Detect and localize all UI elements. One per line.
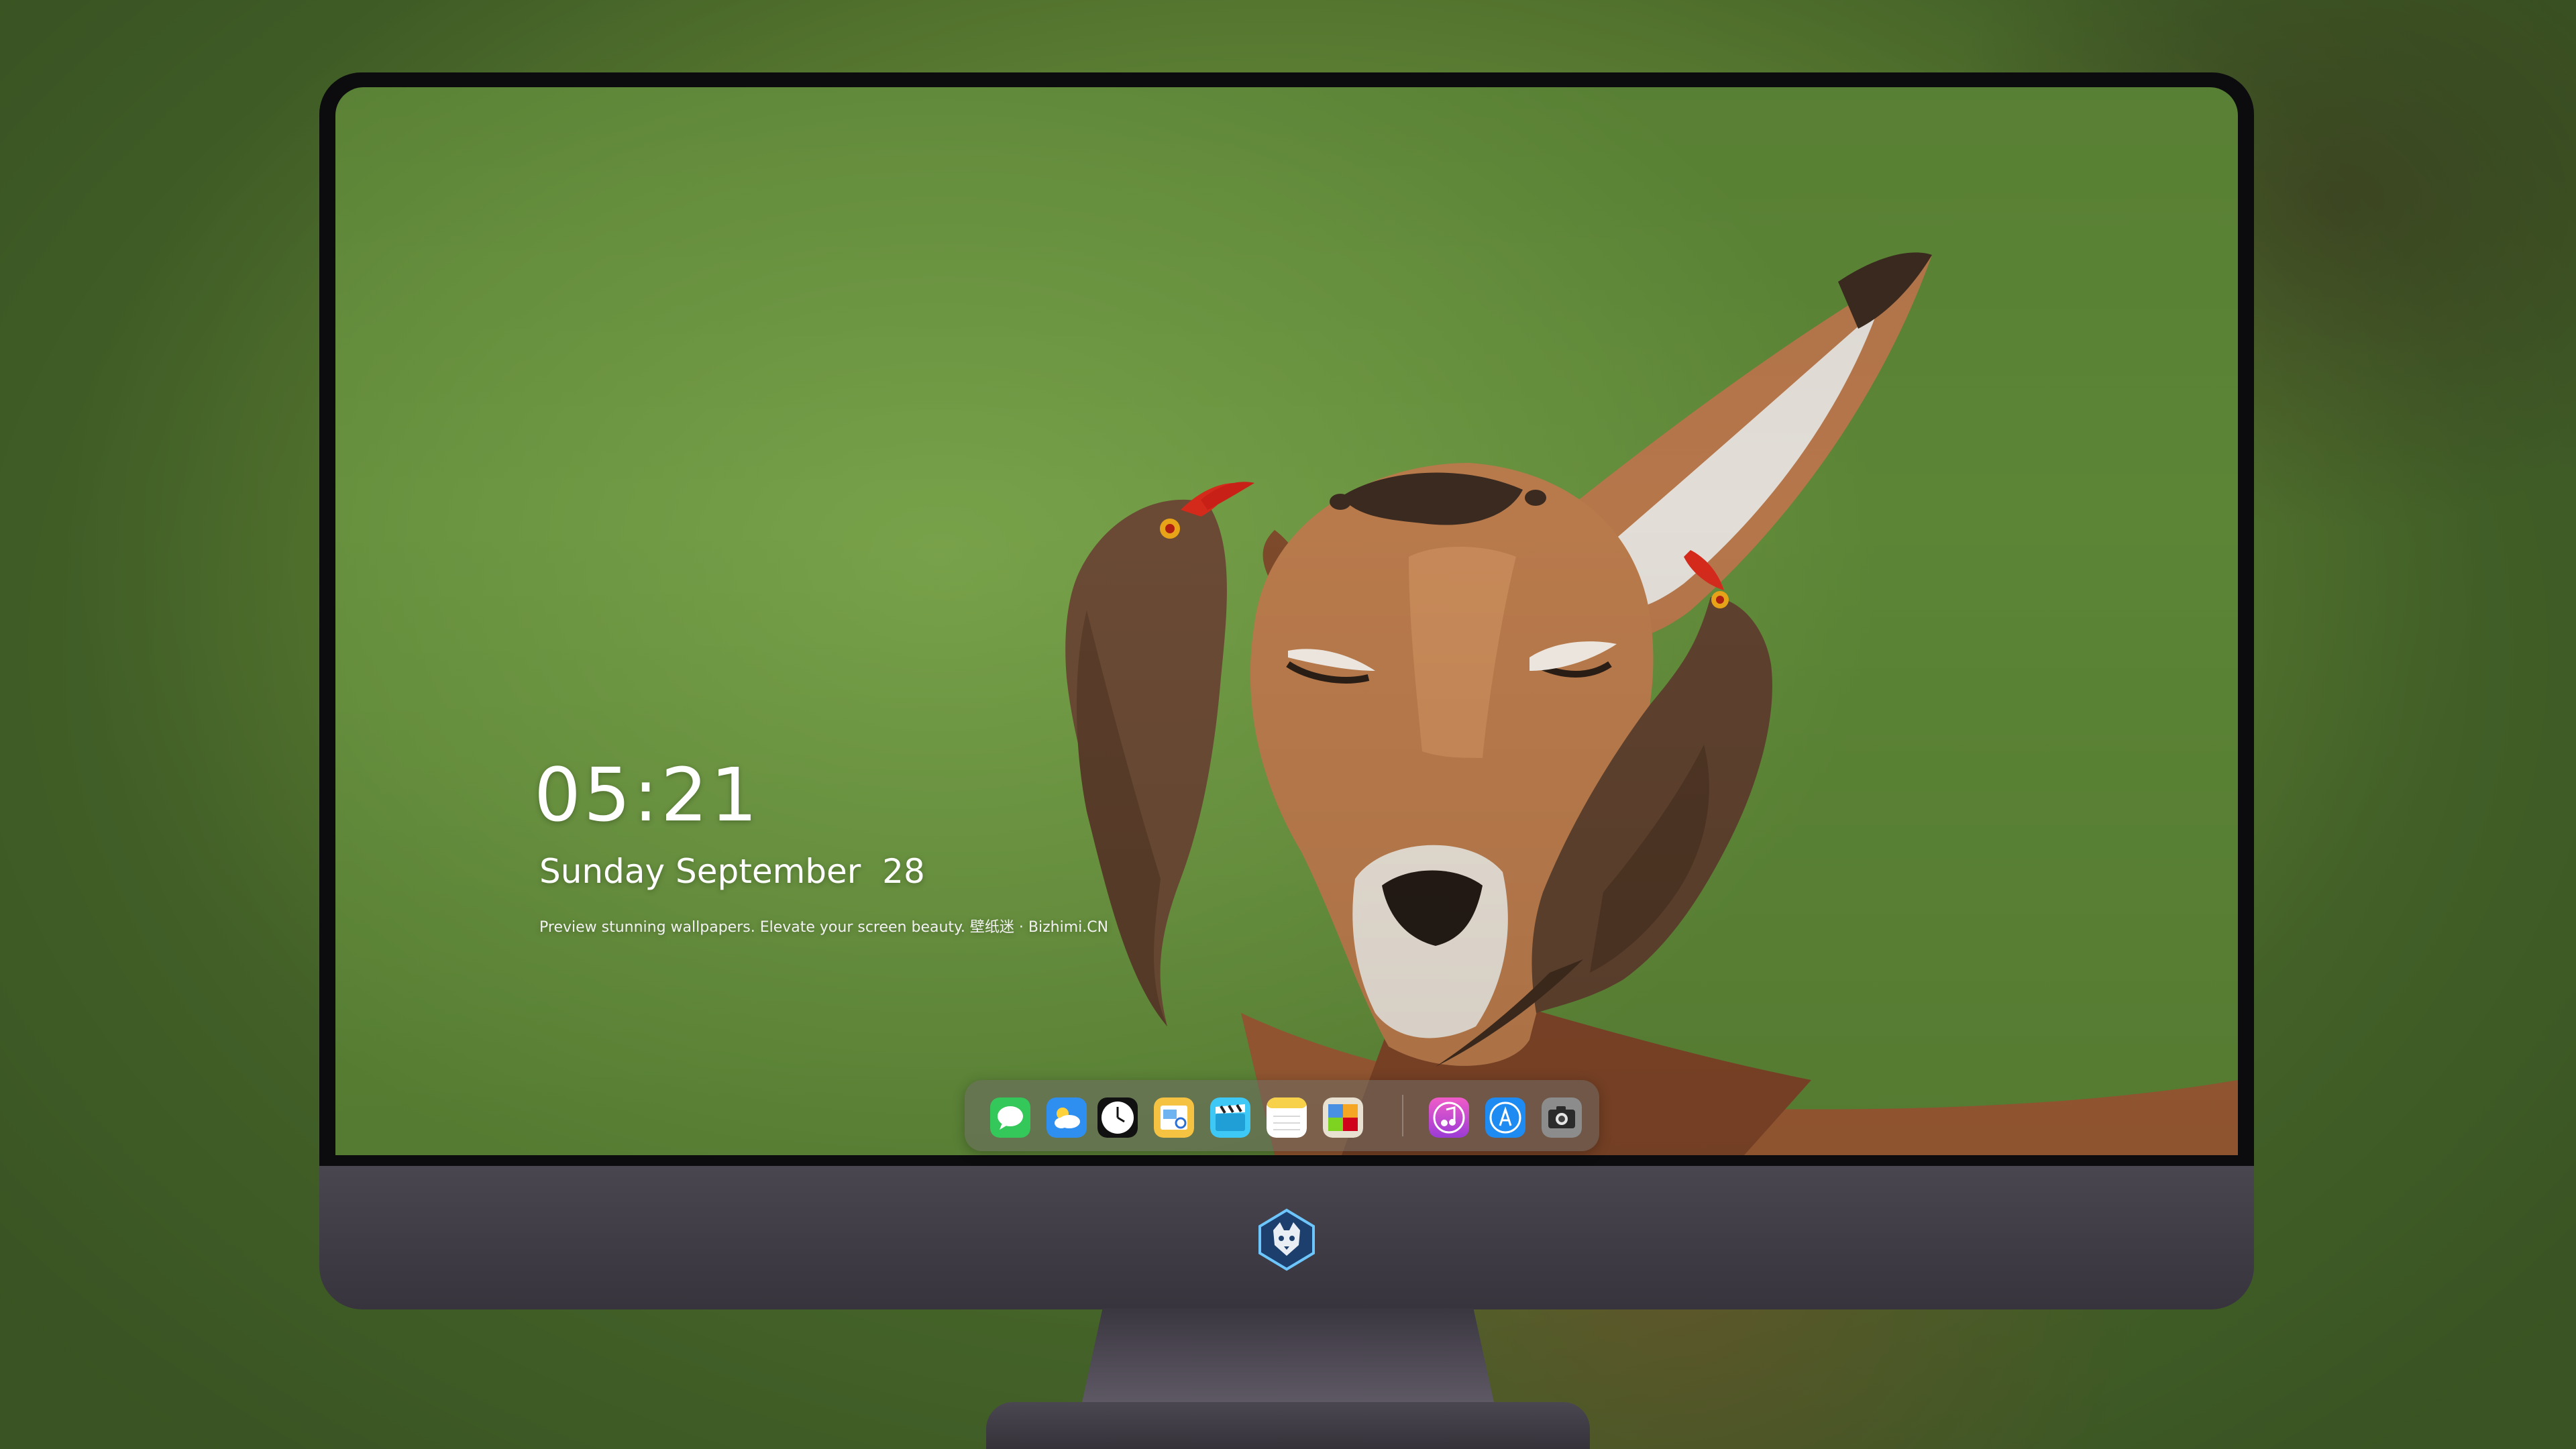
monitor-stand-base <box>986 1402 1590 1449</box>
clock-icon[interactable] <box>1097 1097 1138 1138</box>
wolf-emblem-icon <box>1258 1208 1315 1271</box>
music-icon[interactable] <box>1429 1097 1469 1138</box>
clock-date: Sunday September 28 <box>539 852 925 891</box>
messages-icon[interactable] <box>990 1097 1030 1138</box>
monitor-bezel: 05:21 Sunday September 28 Preview stunni… <box>319 72 2254 1166</box>
app-store-icon[interactable] <box>1485 1097 1525 1138</box>
wallpaper-caption: Preview stunning wallpapers. Elevate you… <box>539 919 1109 936</box>
claquette-icon[interactable] <box>1210 1097 1250 1138</box>
weather-icon[interactable] <box>1046 1097 1087 1138</box>
screen-shade <box>335 87 2238 1155</box>
preview-icon[interactable] <box>1154 1097 1194 1138</box>
screen: 05:21 Sunday September 28 Preview stunni… <box>335 87 2238 1155</box>
photo-app-icon[interactable] <box>1323 1097 1363 1138</box>
dock <box>965 1080 1599 1151</box>
camera-icon[interactable] <box>1542 1097 1582 1138</box>
notes-icon[interactable] <box>1267 1097 1307 1138</box>
monitor-chin <box>319 1166 2254 1309</box>
dock-separator <box>1402 1095 1403 1136</box>
monitor: 05:21 Sunday September 28 Preview stunni… <box>319 72 2254 1309</box>
lock-screen-clock: 05:21 Sunday September 28 Preview stunni… <box>534 758 1108 936</box>
clock-time: 05:21 <box>534 752 761 838</box>
